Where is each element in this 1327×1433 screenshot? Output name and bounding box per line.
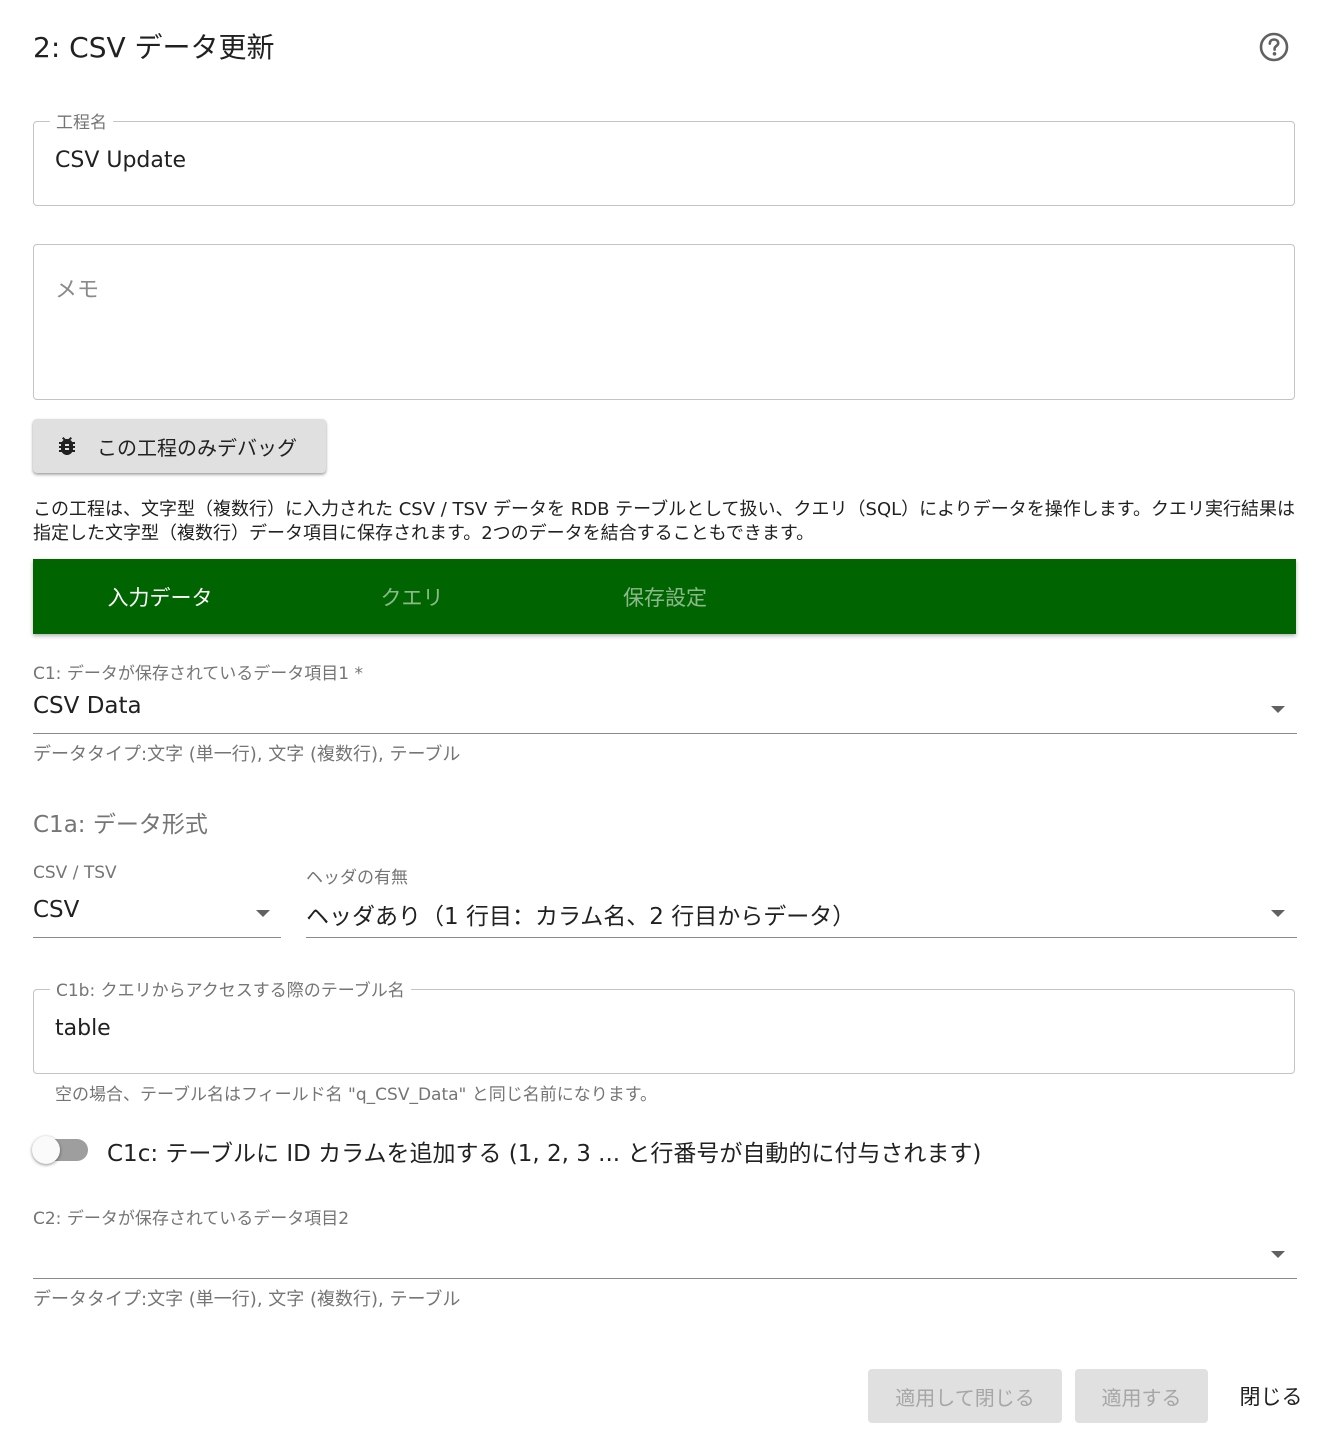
debug-button-label: この工程のみデバッグ bbox=[97, 435, 297, 460]
table-name-helper-text: 空の場合、テーブル名はフィールド名 "q_CSV_Data" と同じ名前になりま… bbox=[55, 1085, 658, 1105]
apply-button[interactable]: 適用する bbox=[1075, 1369, 1208, 1423]
format-chevron-down-icon[interactable] bbox=[256, 910, 270, 917]
close-button[interactable]: 閉じる bbox=[1228, 1369, 1314, 1423]
c2-select-value[interactable] bbox=[33, 1238, 1253, 1268]
header-underline bbox=[306, 937, 1297, 938]
help-circle-icon bbox=[1259, 32, 1289, 62]
c2-label: C2: データが保存されているデータ項目2 bbox=[33, 1209, 350, 1229]
debug-this-step-button[interactable]: この工程のみデバッグ bbox=[33, 419, 326, 473]
header-chevron-down-icon[interactable] bbox=[1271, 910, 1285, 917]
table-name-field[interactable]: C1b: クエリからアクセスする際のテーブル名 table bbox=[33, 976, 1295, 1074]
c1-select-value[interactable]: CSV Data bbox=[33, 693, 142, 719]
step-name-label: 工程名 bbox=[50, 108, 113, 133]
apply-and-close-button[interactable]: 適用して閉じる bbox=[868, 1369, 1062, 1423]
format-select-label: CSV / TSV bbox=[33, 863, 117, 883]
c1-label: C1: データが保存されているデータ項目1 * bbox=[33, 664, 364, 684]
c2-chevron-down-icon[interactable] bbox=[1271, 1251, 1285, 1258]
tab-save-settings[interactable]: 保存設定 bbox=[538, 559, 792, 634]
c1a-section-title: C1a: データ形式 bbox=[33, 812, 208, 838]
header-select-label: ヘッダの有無 bbox=[306, 868, 408, 888]
dialog-title: 2: CSV データ更新 bbox=[33, 31, 275, 64]
c1-helper-text: データタイプ:文字 (単一行), 文字 (複数行), テーブル bbox=[33, 744, 461, 765]
c2-helper-text: データタイプ:文字 (単一行), 文字 (複数行), テーブル bbox=[33, 1289, 461, 1310]
c2-underline bbox=[33, 1278, 1297, 1279]
toggle-thumb bbox=[32, 1136, 60, 1164]
step-description: この工程は、文字型（複数行）に入力された CSV / TSV データを RDB … bbox=[33, 499, 1295, 544]
id-column-toggle-label: C1c: テーブルに ID カラムを追加する (1, 2, 3 ... と行番号… bbox=[107, 1141, 982, 1167]
step-name-value[interactable]: CSV Update bbox=[55, 148, 186, 173]
format-underline bbox=[33, 937, 281, 938]
bug-icon bbox=[59, 437, 75, 455]
c1-underline bbox=[33, 733, 1297, 734]
table-name-label: C1b: クエリからアクセスする際のテーブル名 bbox=[50, 976, 411, 1001]
memo-placeholder: メモ bbox=[55, 278, 100, 303]
tab-query[interactable]: クエリ bbox=[285, 559, 539, 634]
format-select-value[interactable]: CSV bbox=[33, 897, 79, 923]
tab-input-data[interactable]: 入力データ bbox=[33, 559, 287, 634]
tab-bar: 入力データ クエリ 保存設定 bbox=[33, 559, 1296, 634]
memo-field[interactable]: メモ bbox=[33, 244, 1295, 400]
table-name-value[interactable]: table bbox=[55, 1016, 111, 1041]
help-icon[interactable] bbox=[1258, 31, 1290, 63]
step-name-field[interactable]: 工程名 CSV Update bbox=[33, 108, 1295, 206]
id-column-toggle[interactable] bbox=[30, 1135, 90, 1165]
header-select-value[interactable]: ヘッダあり（1 行目：カラム名、2 行目からデータ） bbox=[306, 897, 855, 931]
c1-chevron-down-icon[interactable] bbox=[1271, 706, 1285, 713]
